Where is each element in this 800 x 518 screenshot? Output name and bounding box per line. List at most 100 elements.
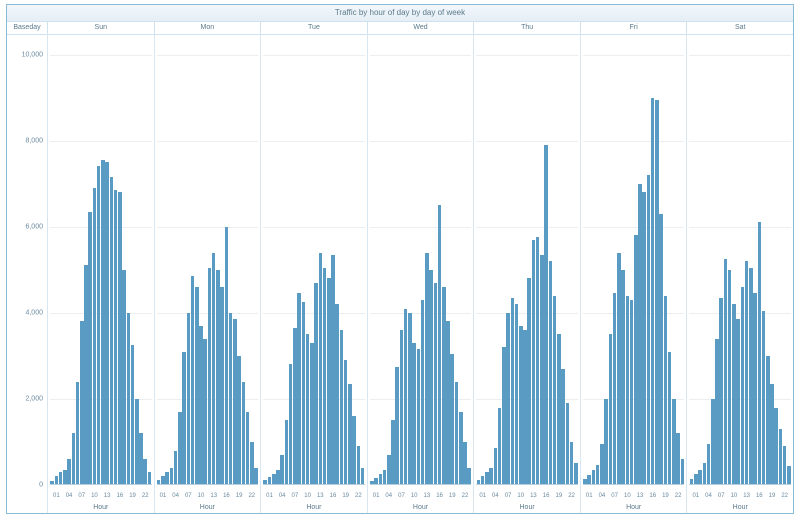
bar: [724, 259, 728, 485]
bar: [749, 268, 753, 485]
x-ticks: 0104071013161922: [50, 487, 152, 499]
x-tick-label: 16: [649, 493, 656, 499]
bar: [489, 468, 493, 485]
x-tick-label: 04: [66, 493, 73, 499]
bar: [335, 304, 339, 485]
x-tick-label: 04: [492, 493, 499, 499]
bar: [634, 235, 638, 485]
bar: [421, 300, 425, 485]
bar: [425, 253, 429, 485]
bar: [361, 468, 365, 485]
bar: [285, 420, 289, 485]
x-tick-label: 13: [743, 493, 750, 499]
x-axis-label: Hour: [261, 504, 367, 511]
bar: [638, 184, 642, 485]
x-tick-label: 22: [675, 493, 682, 499]
bar: [72, 433, 76, 485]
bar: [225, 227, 229, 485]
bar: [429, 270, 433, 485]
bar: [280, 455, 284, 485]
plot-area: [50, 33, 152, 485]
gridline: [583, 55, 685, 56]
x-tick-label: 19: [129, 493, 136, 499]
chart-title: Traffic by hour of day by day of week: [7, 5, 793, 22]
bar: [787, 466, 791, 485]
gridline: [50, 55, 152, 56]
bar: [127, 313, 131, 485]
bar: [306, 334, 310, 485]
facet-panels: 0104071013161922Hour0104071013161922Hour…: [48, 33, 793, 513]
x-tick-label: 10: [91, 493, 98, 499]
bar: [229, 313, 233, 485]
bar: [519, 326, 523, 485]
bar: [715, 339, 719, 485]
plot-area: [263, 33, 365, 485]
plot-area: [476, 33, 578, 485]
x-tick-label: 07: [398, 493, 405, 499]
bar: [131, 345, 135, 485]
y-tick-label: 6,000: [25, 223, 43, 230]
x-baseline: [50, 484, 152, 485]
x-baseline: [370, 484, 472, 485]
bar: [642, 192, 646, 485]
bar: [741, 287, 745, 485]
bar: [604, 399, 608, 485]
x-tick-label: 10: [731, 493, 738, 499]
plot-area: [157, 33, 259, 485]
bar: [139, 433, 143, 485]
x-ticks: 0104071013161922: [157, 487, 259, 499]
bar: [408, 313, 412, 485]
x-tick-label: 04: [279, 493, 286, 499]
bar: [523, 330, 527, 485]
bar: [600, 444, 604, 485]
bar: [779, 429, 783, 485]
bar: [459, 412, 463, 485]
bar: [511, 298, 515, 485]
bar: [110, 177, 114, 485]
bar: [276, 470, 280, 485]
x-tick-label: 19: [342, 493, 349, 499]
x-tick-label: 07: [718, 493, 725, 499]
bar: [80, 321, 84, 485]
bar: [88, 212, 92, 485]
bar: [676, 433, 680, 485]
x-tick-label: 10: [411, 493, 418, 499]
x-tick-label: 16: [116, 493, 123, 499]
bar: [412, 343, 416, 485]
bar: [391, 420, 395, 485]
bar: [400, 330, 404, 485]
bar: [455, 382, 459, 485]
x-tick-label: 19: [449, 493, 456, 499]
bar: [297, 293, 301, 485]
bar: [289, 364, 293, 485]
gridline: [50, 141, 152, 142]
bar: [540, 255, 544, 485]
bar: [766, 356, 770, 485]
bar: [574, 463, 578, 485]
bar: [212, 253, 216, 485]
bar: [67, 459, 71, 485]
bar: [446, 321, 450, 485]
y-tick-label: 0: [39, 482, 43, 489]
bar: [609, 334, 613, 485]
bar: [191, 276, 195, 485]
x-baseline: [689, 484, 791, 485]
x-axis-label: Hour: [155, 504, 261, 511]
gridline: [370, 55, 472, 56]
bar: [357, 446, 361, 485]
x-tick-label: 07: [611, 493, 618, 499]
x-tick-label: 07: [292, 493, 299, 499]
bar: [736, 319, 740, 485]
plot-area: [689, 33, 791, 485]
gridline: [370, 141, 472, 142]
x-ticks: 0104071013161922: [583, 487, 685, 499]
bar: [655, 100, 659, 485]
gridline: [476, 55, 578, 56]
bar: [553, 296, 557, 485]
x-tick-label: 13: [530, 493, 537, 499]
x-tick-label: 01: [586, 493, 593, 499]
gridline: [157, 141, 259, 142]
bar: [203, 339, 207, 485]
bar: [719, 298, 723, 485]
chart-body: 02,0004,0006,0008,00010,000 010407101316…: [7, 33, 793, 513]
